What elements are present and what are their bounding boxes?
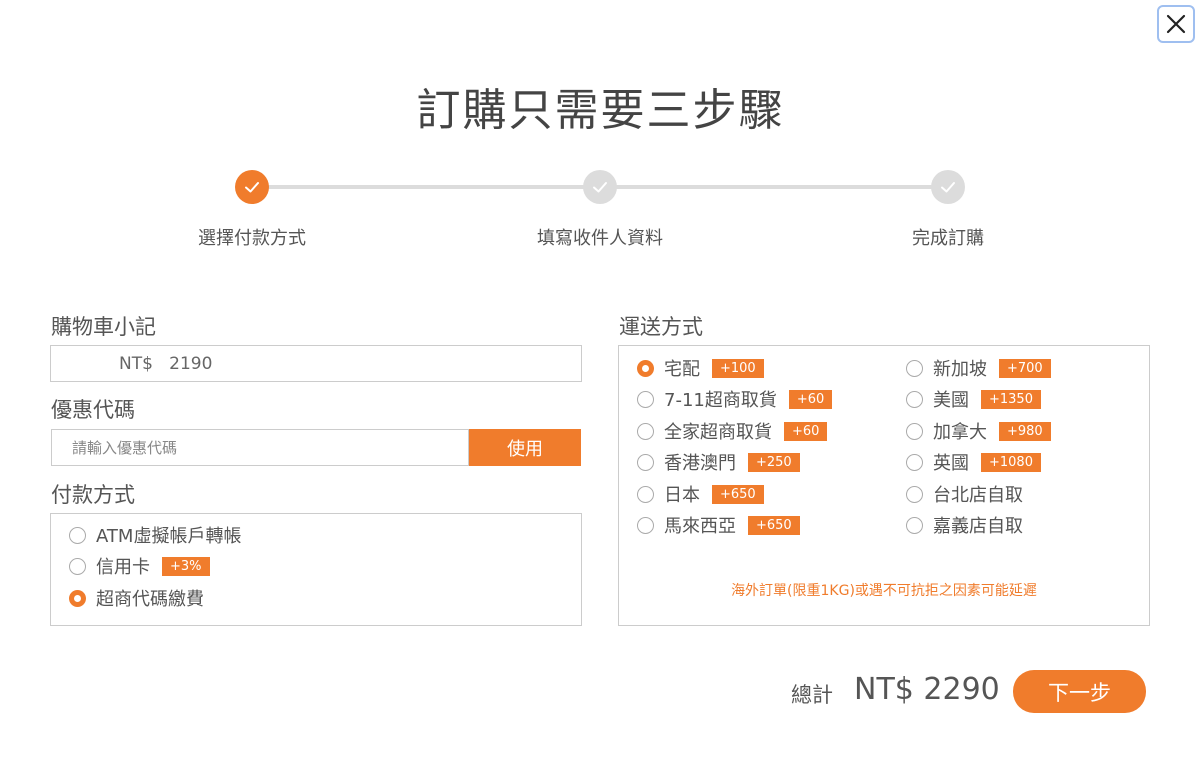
shipping-option-label: 台北店自取: [933, 485, 1023, 506]
cart-subtotal-value: NT$ 2190: [119, 354, 213, 374]
step-3-label: 完成訂購: [912, 228, 984, 249]
payment-option-label: ATM虛擬帳戶轉帳: [96, 526, 242, 547]
fee-badge: +250: [748, 452, 800, 472]
check-icon: [941, 182, 955, 193]
fee-badge: +60: [788, 389, 833, 409]
page-title: 訂購只需要三步驟: [416, 85, 785, 136]
payment-option-label: 超商代碼繳費: [96, 589, 204, 610]
step-3-indicator: [931, 170, 965, 204]
payment-option-credit-card[interactable]: 信用卡 +3%: [69, 554, 210, 578]
shipping-method-label: 運送方式: [619, 315, 703, 339]
shipping-option-label: 新加坡: [933, 359, 987, 380]
step-2-label: 填寫收件人資料: [537, 228, 663, 249]
payment-option-atm[interactable]: ATM虛擬帳戶轉帳: [69, 523, 241, 547]
radio-icon: [906, 359, 923, 377]
close-button[interactable]: [1157, 5, 1195, 43]
check-icon: [593, 182, 607, 193]
payment-option-label: 信用卡: [96, 557, 150, 578]
shipping-option-taipei-pickup[interactable]: 台北店自取: [906, 482, 1023, 506]
radio-icon: [637, 390, 654, 408]
radio-icon: [637, 453, 654, 471]
fee-badge: +100: [712, 358, 764, 378]
cart-subtotal-field: NT$ 2190: [50, 345, 582, 382]
radio-icon: [906, 485, 923, 503]
shipping-option-label: 香港澳門: [664, 453, 736, 474]
shipping-option-singapore[interactable]: 新加坡 +700: [906, 356, 1051, 380]
radio-icon: [637, 485, 654, 503]
fee-badge: +700: [999, 358, 1051, 378]
fee-badge: +980: [999, 421, 1051, 441]
shipping-option-label: 馬來西亞: [664, 516, 736, 537]
fee-badge: +650: [748, 515, 800, 535]
radio-icon: [69, 526, 86, 544]
progress-connector-1: [252, 185, 600, 189]
fee-badge: +3%: [162, 556, 210, 576]
shipping-option-malaysia[interactable]: 馬來西亞 +650: [637, 513, 800, 537]
shipping-option-hong-kong-macau[interactable]: 香港澳門 +250: [637, 450, 800, 474]
step-2-indicator: [583, 170, 617, 204]
shipping-option-label: 7-11超商取貨: [664, 390, 777, 411]
fee-badge: +650: [712, 484, 764, 504]
radio-icon: [906, 516, 923, 534]
shipping-option-label: 英國: [933, 453, 969, 474]
shipping-option-label: 全家超商取貨: [664, 422, 772, 443]
radio-icon: [69, 557, 86, 575]
payment-option-convenience-store[interactable]: 超商代碼繳費: [69, 586, 204, 610]
shipping-option-label: 嘉義店自取: [933, 516, 1023, 537]
radio-icon: [637, 422, 654, 440]
radio-icon: [906, 453, 923, 471]
fee-badge: +1080: [981, 452, 1041, 472]
payment-method-label: 付款方式: [51, 483, 135, 507]
check-icon: [245, 182, 259, 193]
shipping-option-usa[interactable]: 美國 +1350: [906, 387, 1041, 411]
radio-checked-icon: [69, 589, 86, 607]
close-icon: [1166, 14, 1186, 34]
step-1-label: 選擇付款方式: [198, 228, 306, 249]
radio-icon: [637, 516, 654, 534]
shipping-option-familymart[interactable]: 全家超商取貨 +60: [637, 419, 828, 443]
apply-coupon-button[interactable]: 使用: [469, 429, 581, 466]
shipping-option-711[interactable]: 7-11超商取貨 +60: [637, 387, 833, 411]
shipping-option-chiayi-pickup[interactable]: 嘉義店自取: [906, 513, 1023, 537]
coupon-input[interactable]: [51, 429, 469, 466]
step-1-indicator: [235, 170, 269, 204]
next-step-button[interactable]: 下一步: [1013, 670, 1146, 713]
shipping-option-uk[interactable]: 英國 +1080: [906, 450, 1041, 474]
shipping-option-japan[interactable]: 日本 +650: [637, 482, 764, 506]
total-value: NT$ 2290: [854, 672, 1000, 707]
shipping-option-label: 日本: [664, 485, 700, 506]
coupon-label: 優惠代碼: [51, 398, 135, 422]
shipping-option-home-delivery[interactable]: 宅配 +100: [637, 356, 764, 380]
radio-icon: [906, 390, 923, 408]
shipping-option-label: 美國: [933, 390, 969, 411]
radio-checked-icon: [637, 359, 654, 377]
radio-icon: [906, 422, 923, 440]
overseas-shipping-note: 海外訂單(限重1KG)或遇不可抗拒之因素可能延遲: [731, 583, 1037, 599]
progress-connector-2: [600, 185, 948, 189]
total-label: 總計: [791, 683, 833, 707]
fee-badge: +1350: [981, 389, 1041, 409]
shipping-option-label: 宅配: [664, 359, 700, 380]
shipping-option-canada[interactable]: 加拿大 +980: [906, 419, 1051, 443]
fee-badge: +60: [784, 421, 828, 441]
cart-subtotal-label: 購物車小記: [51, 315, 156, 339]
shipping-option-label: 加拿大: [933, 422, 987, 443]
